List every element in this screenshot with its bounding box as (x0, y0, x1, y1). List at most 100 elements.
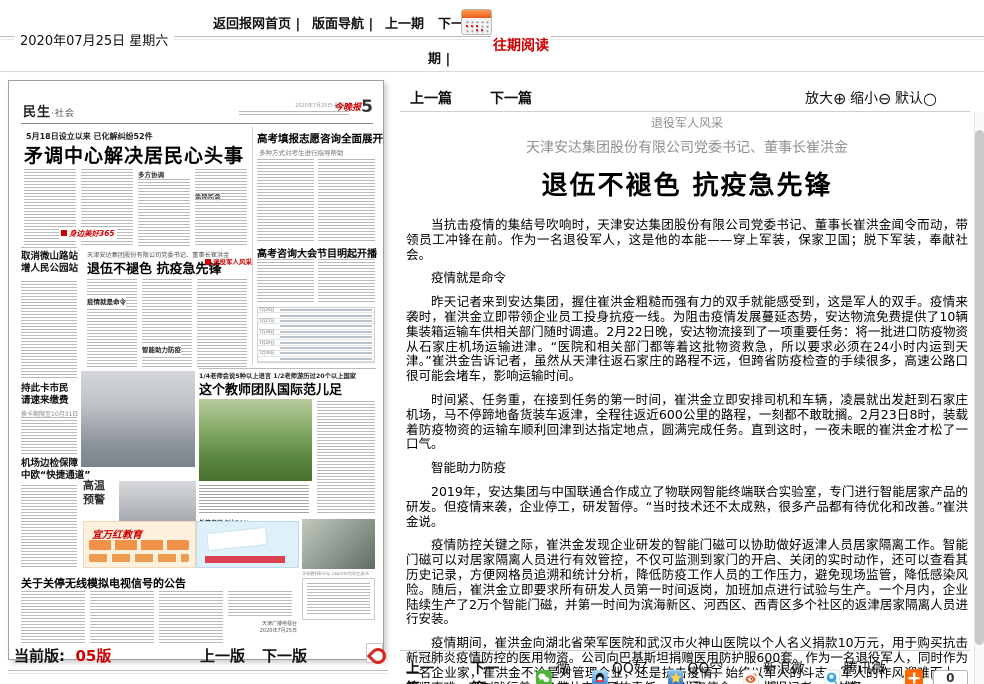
qzone-icon (668, 669, 684, 684)
right-story2-headline[interactable]: 高考咨询大会节目明起开播 (257, 245, 377, 260)
newspaper-page-thumbnail[interactable]: 民生·社会 2020年7月25日 星期六 今晚报 5 5月18日设立以来 已化解… (8, 80, 384, 660)
share-wechat-button[interactable]: 微信 (536, 658, 580, 684)
column-rule (252, 127, 253, 365)
article-paragraph: 2019年，安达集团与中国联通合作成立了物联网智能终端联合实验室，专门进行智能居… (406, 485, 968, 529)
right-story1-subhead: 多种方式对考生进行指导帮助 (259, 147, 344, 157)
center-story-section1: 疫情就是命令 (87, 295, 126, 307)
zoom-reset-icon: ○ (923, 89, 937, 108)
ad-graphic-2 (89, 554, 189, 562)
article-kicker: 退役军人风采 (406, 114, 968, 131)
next-article-link-bottom[interactable]: 下一篇 (471, 658, 508, 684)
center-story-headline[interactable]: 退伍不褪色 抗疫急先锋 (87, 258, 222, 277)
calendar-icon[interactable] (461, 9, 492, 35)
simulated-text-column (90, 591, 154, 643)
simulated-text-column (228, 591, 292, 617)
prev-page-link[interactable]: 上一版 (200, 645, 245, 666)
share-sina-weibo-button[interactable]: 新浪微博 (743, 658, 812, 684)
share-bar: 上一篇 下一篇 微信 QQ好友 QQ空间 新浪微博 腾讯微博 0 (406, 658, 968, 684)
left-bottom-line-2 (8, 673, 388, 674)
qq-icon (592, 669, 608, 684)
left-bottom-line (8, 670, 388, 671)
share-count-badge: 0 (933, 670, 968, 684)
article-content: 退役军人风采 天津安达集团股份有限公司党委书记、董事长崔洪金 退伍不褪色 抗疫急… (406, 114, 968, 684)
consult-schedule-table: 7月26日 7月27日 7月28日 7月29日 7月30日 (257, 307, 375, 363)
paper-logo: 今晚报 (334, 100, 361, 113)
calendar-icon-header (462, 10, 491, 18)
next-page-link[interactable]: 下一版 (262, 645, 307, 666)
simulated-text-block (307, 583, 370, 615)
simulated-text-column (21, 485, 77, 569)
left-story2-headline[interactable]: 持此卡市民 请速来缴费 (21, 383, 69, 407)
right-story1-headline[interactable]: 高考填报志愿咨询全面展开 (257, 131, 383, 146)
prev-issue-link[interactable]: 上一期 (385, 13, 424, 32)
zoom-out-icon: ⊖ (878, 89, 891, 108)
scrollbar-thumb[interactable] (975, 130, 984, 645)
zoom-in-icon: ⊕ (833, 89, 846, 108)
photo-teachers-on-grass (199, 399, 312, 481)
next-article-link[interactable]: 下一篇 (490, 88, 532, 108)
prev-article-link[interactable]: 上一篇 (410, 88, 452, 108)
masthead-info: 2020年7月25日 星期六 (239, 103, 349, 117)
left-story1-headline[interactable]: 取消微山路站 增人民公园站 (21, 251, 78, 275)
advertisement-banner: 宜万红教育 (83, 521, 299, 568)
pdf-download-icon[interactable] (366, 643, 383, 663)
zoom-in-button[interactable]: 放大⊕ (805, 88, 846, 108)
share-qq-button[interactable]: QQ好友 (592, 658, 655, 684)
simulated-text-column (317, 401, 375, 513)
center-story-tag: 退役军人风采 (205, 256, 252, 266)
info-box (302, 578, 375, 620)
reader-top-divider (400, 111, 970, 112)
ad-product-image (206, 527, 268, 551)
next-issue-link-wrap[interactable]: 期 | (428, 48, 450, 67)
top-story-subhead-1: 多方协调 (138, 169, 164, 179)
notice-headline[interactable]: 关于关停无线模拟电视信号的公告 (21, 575, 186, 591)
tencent-weibo-icon (824, 669, 840, 684)
calendar-icon-grid (465, 20, 489, 33)
calendar-icon-marks (466, 25, 468, 27)
simulated-text-column (21, 591, 85, 643)
simulated-text-column (318, 159, 375, 241)
ad-brand-text: 宜万红教育 (92, 526, 142, 541)
issue-date: 2020年07月25日 星期六 (14, 30, 174, 49)
article-body: 当抗击疫情的集结号吹响时，天津安达集团股份有限公司党委书记、董事长崔洪金闻令而动… (406, 218, 968, 684)
simulated-text-column (195, 169, 247, 247)
zoom-reset-button[interactable]: 默认○ (895, 88, 937, 108)
article-paragraph: 昨天记者来到安达集团，握住崔洪金粗糙而强有力的双手就能感受到，这是军人的双手。疫… (406, 295, 968, 384)
page-navigation-link[interactable]: 版面导航 | (312, 13, 373, 32)
simulated-overline (21, 247, 77, 249)
photo-teacher-bookshelf (302, 519, 375, 569)
photo-street-scene (81, 371, 195, 467)
wechat-icon (536, 669, 552, 684)
plus-icon (905, 669, 923, 684)
ad-graphic (89, 540, 189, 550)
page-number: 5 (361, 97, 373, 117)
share-qzone-button[interactable]: QQ空间 (668, 658, 731, 684)
sina-weibo-icon (743, 669, 759, 684)
article-paragraph: 疫情防控关键之际，崔洪金发现企业研发的智能门磁可以协助做好返津人员居家隔离工作。… (406, 538, 968, 627)
zoom-out-button[interactable]: 缩小⊖ (850, 88, 891, 108)
home-link[interactable]: 返回报网首页 | (213, 13, 300, 32)
share-more-button[interactable] (905, 669, 927, 684)
simulated-text-column (159, 591, 223, 643)
badge-column-logo: 身边美好365 (59, 227, 117, 240)
center-story-section2: 智能助力防疫 (142, 343, 181, 355)
ad-red-strip (205, 556, 285, 563)
past-issues-link[interactable]: 往期阅读 (491, 35, 551, 55)
simulated-text-column (318, 259, 375, 303)
top-story-headline[interactable]: 矛调中心解决居民心头事 (24, 141, 250, 168)
article-section-heading: 智能助力防疫 (406, 461, 968, 476)
section-title: 民生·社会 (23, 101, 75, 120)
simulated-text-column (257, 159, 314, 241)
article-paragraph: 当抗击疫情的集结号吹响时，天津安达集团股份有限公司党委书记、董事长崔洪金闻令而动… (406, 218, 968, 262)
education-story-headline[interactable]: 这个教师团队国际范儿足 (199, 379, 342, 398)
article-title: 退伍不褪色 抗疫急先锋 (406, 165, 968, 202)
article-paragraph: 时间紧、任务重，在接到任务的第一时间，崔洪金立即安排司机和车辆，凌晨就出发赶到石… (406, 393, 968, 452)
article-subtitle: 天津安达集团股份有限公司党委书记、董事长崔洪金 (406, 137, 968, 157)
share-tencent-weibo-button[interactable]: 腾讯微博 (824, 658, 893, 684)
reader-bottom-divider (400, 650, 970, 651)
simulated-text-column (21, 281, 77, 379)
heat-warning-label: 高温 预警 (83, 479, 105, 507)
simulated-text-column (199, 485, 309, 515)
simulated-text-column (257, 259, 314, 303)
prev-article-link-bottom[interactable]: 上一篇 (406, 658, 443, 684)
